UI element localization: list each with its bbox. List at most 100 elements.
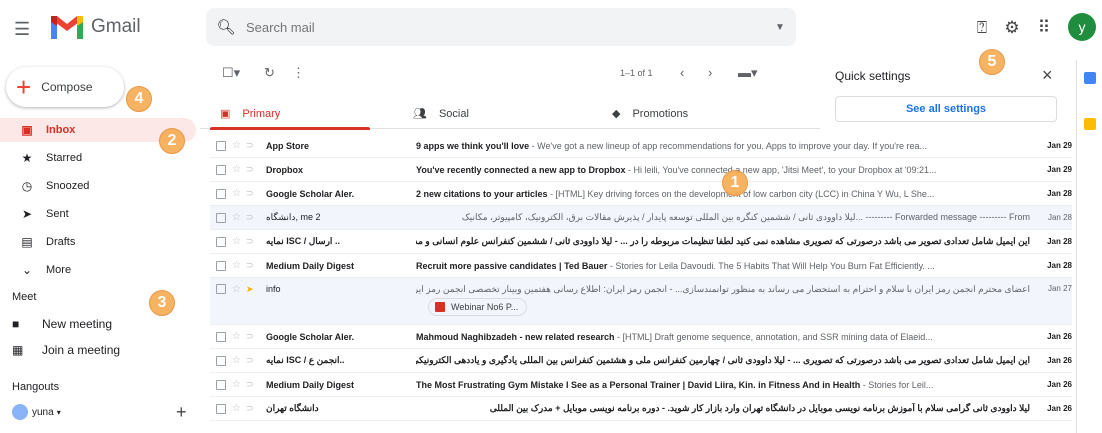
star-icon[interactable]: ☆: [232, 403, 241, 414]
star-icon[interactable]: ☆: [232, 355, 241, 366]
meet-item-label: Join a meeting: [42, 343, 121, 357]
row-checkbox[interactable]: [216, 164, 226, 175]
hangouts-username: yuna: [32, 406, 54, 418]
star-icon[interactable]: ☆: [232, 212, 241, 223]
side-panel: [1076, 60, 1102, 433]
row-checkbox[interactable]: [216, 379, 226, 390]
see-all-settings-button[interactable]: See all settings: [835, 96, 1057, 122]
important-icon[interactable]: ⊃: [246, 379, 258, 390]
video-icon: ■: [12, 317, 20, 331]
table-row[interactable]: ☆ ⊃ App Store 9 apps we think you'll lov…: [210, 134, 1072, 158]
compose-button[interactable]: + Compose: [6, 67, 124, 107]
search-input[interactable]: [246, 19, 764, 35]
help-icon[interactable]: ⍰: [971, 17, 993, 39]
subject: The Most Frustrating Gym Mistake I See a…: [416, 379, 861, 390]
star-icon[interactable]: ☆: [232, 331, 241, 342]
table-row[interactable]: ☆ ⊃ Google Scholar Aler. 2 new citations…: [210, 182, 1072, 206]
important-icon[interactable]: ⊃: [246, 188, 258, 199]
table-row[interactable]: ☆ ➤ info اعضای محترم انجمن رمز ایران با …: [210, 278, 1072, 325]
more-vert-icon[interactable]: ⋮: [292, 65, 305, 81]
join-meeting-item[interactable]: ▦ Join a meeting: [12, 343, 120, 357]
row-checkbox[interactable]: [216, 212, 226, 223]
row-checkbox[interactable]: [216, 284, 226, 294]
add-hangout-icon[interactable]: +: [176, 402, 187, 423]
hangouts-user[interactable]: yuna ▾: [12, 404, 61, 420]
table-row[interactable]: ☆ ⊃ Medium Daily Digest Recruit more pas…: [210, 254, 1072, 278]
people-icon: 👥︎: [413, 108, 427, 120]
important-icon[interactable]: ⊃: [246, 403, 258, 414]
avatar[interactable]: y: [1068, 13, 1096, 41]
new-meeting-item[interactable]: ■ New meeting: [12, 317, 112, 331]
close-icon[interactable]: ×: [1042, 65, 1053, 86]
quick-settings-panel: Quick settings × See all settings: [820, 60, 1070, 130]
row-checkbox[interactable]: [216, 260, 226, 271]
table-row[interactable]: ☆ ⊃ دانشگاه تهران لیلا داوودی ثانی گرامی…: [210, 397, 1072, 421]
date: Jan 28: [1047, 213, 1072, 222]
star-icon[interactable]: ☆: [232, 284, 241, 295]
sidebar-item-label: Inbox: [46, 124, 76, 136]
snippet: این ایمیل شامل تعدادی تصویر می باشد درصو…: [416, 355, 1030, 365]
search-icon[interactable]: 🔍︎: [206, 18, 246, 36]
table-row[interactable]: ☆ ⊃ نمایه ISC / انجمن ع.. این ایمیل شامل…: [210, 349, 1072, 373]
table-row[interactable]: ☆ ⊃ دانشگاه, me 2 Forwarded message ----…: [210, 206, 1072, 230]
table-row[interactable]: ☆ ⊃ Medium Daily Digest The Most Frustra…: [210, 373, 1072, 397]
main-menu-icon[interactable]: ☰: [14, 19, 34, 39]
sender: info: [265, 284, 281, 294]
next-page-icon[interactable]: ›: [708, 65, 712, 80]
row-checkbox[interactable]: [216, 188, 226, 199]
sidebar-item-more[interactable]: ⌄ More: [0, 258, 196, 282]
table-row[interactable]: ☆ ⊃ Dropbox You've recently connected a …: [210, 158, 1072, 182]
row-checkbox[interactable]: [216, 331, 226, 342]
search-bar[interactable]: 🔍︎ ▼: [206, 8, 796, 46]
row-checkbox[interactable]: [216, 140, 226, 151]
row-checkbox[interactable]: [216, 355, 226, 366]
select-all-checkbox[interactable]: ☐▾: [222, 65, 240, 81]
gmail-logo[interactable]: Gmail: [49, 13, 141, 41]
callout-badge: 3: [149, 290, 175, 316]
refresh-icon[interactable]: ↻: [264, 65, 275, 81]
sender: دانشگاه تهران: [265, 403, 319, 413]
important-icon[interactable]: ⊃: [246, 260, 258, 271]
tab-primary[interactable]: ▣ Primary: [220, 107, 280, 121]
star-icon[interactable]: ☆: [232, 260, 241, 271]
callout-badge: 4: [126, 86, 152, 112]
date: Jan 26: [1047, 332, 1072, 341]
attachment-chip[interactable]: Webinar No6 P...: [428, 298, 528, 316]
keyboard-icon[interactable]: ▬▾: [738, 65, 758, 81]
date: Jan 26: [1047, 380, 1072, 389]
row-checkbox[interactable]: [216, 403, 226, 414]
tab-promotions[interactable]: ◆ Promotions: [612, 107, 688, 121]
prev-page-icon[interactable]: ‹: [680, 65, 684, 80]
row-checkbox[interactable]: [216, 236, 226, 247]
star-icon[interactable]: ☆: [232, 379, 241, 390]
important-icon[interactable]: ⊃: [246, 355, 258, 366]
sidebar-item-snoozed[interactable]: ◷ Snoozed: [0, 174, 196, 198]
important-icon[interactable]: ⊃: [246, 164, 258, 175]
table-row[interactable]: ☆ ⊃ Google Scholar Aler. Mahmoud Naghibz…: [210, 325, 1072, 349]
calendar-icon[interactable]: [1084, 72, 1096, 84]
important-icon[interactable]: ⊃: [246, 212, 258, 223]
pager-text: 1–1 of 1: [620, 68, 653, 78]
important-icon[interactable]: ⊃: [246, 236, 258, 247]
gear-icon[interactable]: ⚙: [1001, 17, 1023, 39]
tab-social[interactable]: 👥︎ Social: [413, 107, 469, 121]
snippet: Forwarded message --------- From -------…: [461, 212, 1030, 222]
search-options-icon[interactable]: ▼: [764, 22, 796, 33]
sidebar-item-drafts[interactable]: ▤ Drafts: [0, 230, 196, 254]
table-row[interactable]: ☆ ⊃ نمایه ISC / ارسال .. این ایمیل شامل …: [210, 230, 1072, 254]
callout-badge: 1: [722, 170, 748, 196]
star-icon[interactable]: ☆: [232, 236, 241, 247]
star-icon[interactable]: ☆: [232, 140, 241, 151]
star-icon[interactable]: ☆: [232, 188, 241, 199]
star-icon[interactable]: ☆: [232, 164, 241, 175]
important-icon[interactable]: ⊃: [246, 331, 258, 342]
important-icon[interactable]: ➤: [246, 284, 258, 295]
hangouts-avatar: [12, 404, 28, 420]
keep-icon[interactable]: [1084, 118, 1096, 130]
subject-line: اعضای محترم انجمن رمز ایران با سلام و اح…: [416, 284, 1030, 295]
sender: Dropbox: [265, 164, 303, 175]
apps-grid-icon[interactable]: ⠿: [1033, 17, 1055, 39]
important-icon[interactable]: ⊃: [246, 140, 258, 151]
inbox-icon: ▣: [220, 108, 231, 120]
sidebar-item-sent[interactable]: ➤ Sent: [0, 202, 196, 226]
